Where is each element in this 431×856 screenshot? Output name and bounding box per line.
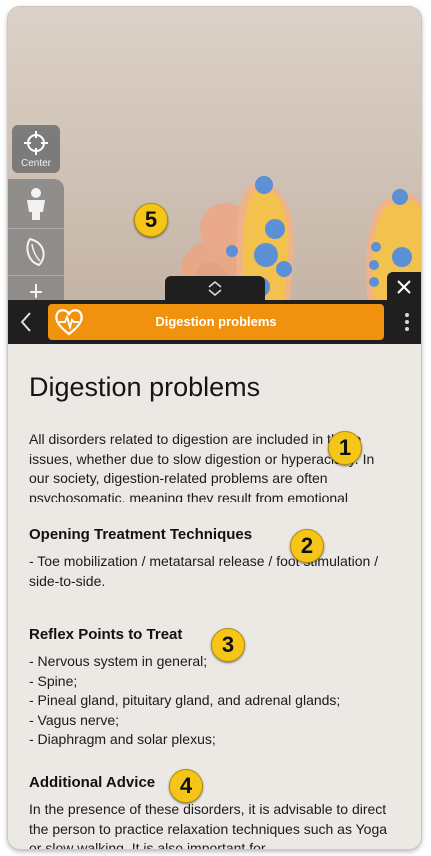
reflex-points-list: - Nervous system in general; - Spine; - … <box>29 652 399 750</box>
callout-2: 2 <box>290 529 324 563</box>
section-title: Additional Advice <box>29 774 156 791</box>
callout-4: 4 <box>169 769 203 803</box>
header-title: Digestion problems <box>155 314 277 329</box>
foot-model[interactable] <box>8 7 421 307</box>
reflex-point[interactable] <box>226 245 238 257</box>
chevron-left-icon <box>20 312 31 332</box>
reflex-point[interactable] <box>369 260 379 270</box>
list-item: - Vagus nerve; <box>29 711 120 728</box>
more-vertical-icon <box>404 313 409 331</box>
center-view-button[interactable]: Center <box>12 125 60 173</box>
back-button[interactable] <box>8 300 44 344</box>
callout-3: 3 <box>211 628 245 662</box>
section-title: Reflex Points to Treat <box>29 626 183 643</box>
section-title: Opening Treatment Techniques <box>29 526 253 543</box>
article-header-bar: Digestion problems <box>8 300 421 344</box>
article-content[interactable]: Digestion problems All disorders related… <box>8 344 421 849</box>
callout-1: 1 <box>328 431 362 465</box>
muscle-view-button[interactable] <box>8 228 64 275</box>
reflex-point[interactable] <box>371 242 381 252</box>
more-options-button[interactable] <box>392 300 421 344</box>
expand-collapse-icon <box>208 280 222 296</box>
close-icon <box>397 280 411 294</box>
view-tools-panel <box>8 179 64 307</box>
body-view-button[interactable] <box>8 181 64 227</box>
article-heading: Digestion problems <box>29 372 261 402</box>
foot-3d-viewport[interactable]: Center 5 <box>8 7 421 307</box>
section-text: - Toe mobilization / metatarsal release … <box>29 553 379 589</box>
reflex-point[interactable] <box>392 189 408 205</box>
reflex-point[interactable] <box>392 247 412 267</box>
section-text: In the presence of these disorders, it i… <box>29 801 388 849</box>
muscle-icon <box>26 237 45 267</box>
list-item: - Spine; <box>29 672 78 689</box>
center-label: Center <box>20 158 51 169</box>
crosshair-icon <box>24 131 48 155</box>
reflex-point[interactable] <box>276 261 292 277</box>
reflex-point[interactable] <box>254 243 278 267</box>
panel-drag-handle[interactable] <box>165 276 265 300</box>
title-bar: Digestion problems <box>48 304 384 340</box>
reflex-point[interactable] <box>265 219 285 239</box>
reflex-point[interactable] <box>255 176 273 194</box>
list-item: - Diaphragm and solar plexus; <box>29 731 216 748</box>
close-panel-button[interactable] <box>387 272 421 302</box>
list-item: - Pineal gland, pituitary gland, and adr… <box>29 692 341 709</box>
callout-5: 5 <box>134 203 168 237</box>
app-window: Center 5 Digestion problems Digestion pr… <box>8 7 421 849</box>
reflex-point[interactable] <box>369 277 379 287</box>
body-icon <box>27 188 45 220</box>
